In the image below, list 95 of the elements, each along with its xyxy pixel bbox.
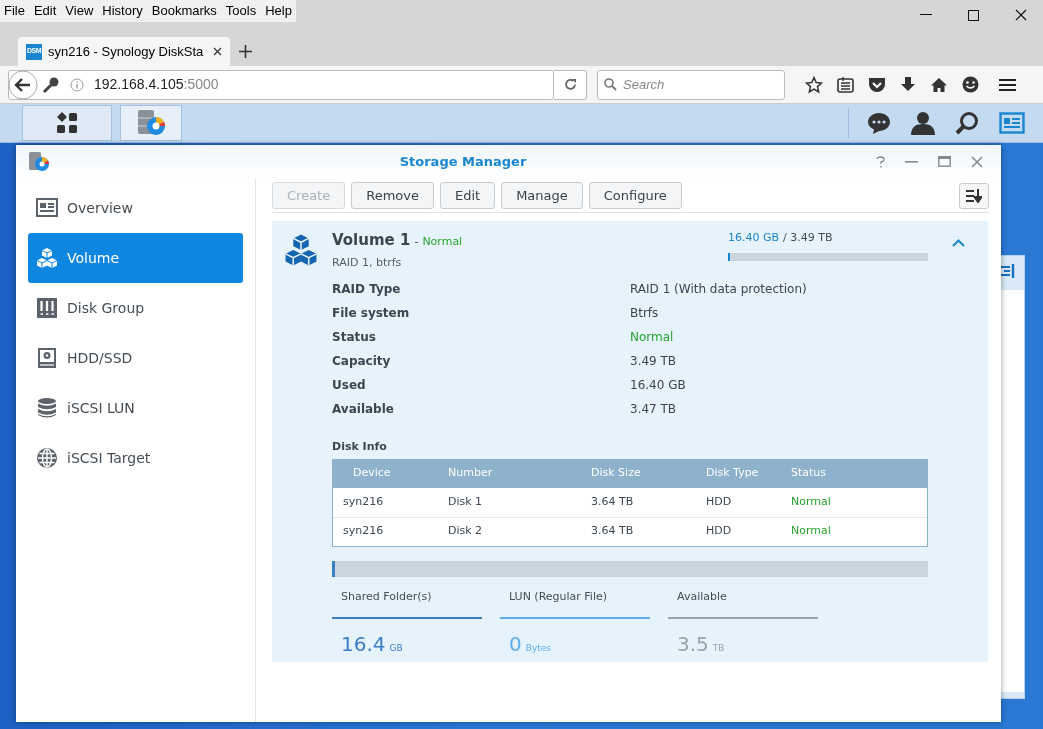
property-label: RAID Type (332, 281, 402, 298)
table-cell-text: syn216 (342, 493, 385, 510)
main-menu-button[interactable] (22, 105, 112, 141)
search-icon[interactable] (955, 111, 979, 135)
sidebar-item[interactable]: Volume (28, 233, 243, 283)
apps-icon (56, 112, 78, 134)
lun-icon (36, 397, 58, 419)
menu-item[interactable]: Help (265, 1, 292, 21)
minimize-icon[interactable] (920, 14, 932, 16)
volume-name: Volume 1 (332, 230, 411, 251)
toolbar-button[interactable]: Configure (588, 182, 682, 209)
sort-icon (966, 188, 982, 203)
property-label: Available (332, 401, 395, 418)
home-icon[interactable] (930, 76, 948, 93)
menu-item[interactable]: View (65, 1, 94, 21)
stat-label: Available (676, 588, 728, 605)
sidebar-item[interactable]: iSCSI LUN (28, 383, 243, 433)
property-value: RAID 1 (With data protection) (630, 281, 807, 298)
key-icon (42, 75, 60, 94)
toolbar-button[interactable]: Manage (501, 182, 583, 209)
property-label: Status (332, 329, 377, 346)
menu-item[interactable]: Bookmarks (151, 1, 217, 21)
sort-button[interactable] (959, 182, 989, 209)
sidebar-item[interactable]: iSCSI Target (28, 433, 243, 483)
table-cell-text: syn216 (342, 523, 385, 540)
property-label: Capacity (332, 353, 392, 370)
back-icon[interactable] (8, 69, 38, 100)
property-value: 16.40 GB (630, 377, 686, 394)
chat-icon[interactable] (867, 112, 891, 134)
table-cell-text: HDD (706, 523, 733, 540)
stat-unit: GB (389, 642, 403, 655)
maximize-icon[interactable] (968, 9, 979, 21)
sidebar-item[interactable]: Overview (28, 183, 243, 233)
tab-title: syn216 - Synology DiskSta (48, 42, 205, 61)
property-value: 3.49 TB (630, 353, 677, 370)
table-cell-text: Disk 2 (448, 523, 484, 540)
storage-manager-app-icon (136, 109, 166, 137)
stat-unit: Bytes (525, 642, 551, 655)
pocket-icon[interactable] (868, 76, 886, 93)
new-tab-icon[interactable] (239, 45, 252, 58)
stat-value: 3.5 (677, 631, 709, 658)
property-label: Used (332, 377, 367, 394)
sidebar-item[interactable]: HDD/SSD (28, 333, 243, 383)
storage-manager-button[interactable] (120, 105, 182, 141)
stat-label: Shared Folder(s) (340, 588, 433, 605)
stat-label: LUN (Regular File) (508, 588, 609, 605)
section-title: Disk Info (332, 439, 388, 455)
stat-value: 16.4 (341, 631, 386, 658)
stat-unit: TB (712, 642, 725, 655)
table-cell-text: 3.64 TB (591, 523, 635, 540)
menu-item[interactable]: History (102, 1, 143, 21)
hdd-icon (36, 347, 58, 369)
volume-icon (284, 233, 318, 267)
search-icon (604, 77, 617, 91)
table-cell-text: 3.64 TB (591, 493, 635, 510)
widgets-icon[interactable] (999, 112, 1025, 134)
overview-icon (36, 197, 58, 219)
property-label: File system (332, 305, 411, 322)
window-title: Storage Manager (399, 152, 527, 171)
menu-item[interactable]: Edit (33, 1, 57, 21)
close-tab-icon[interactable] (213, 47, 222, 56)
sidebar-item[interactable]: Disk Group (28, 283, 243, 333)
menu-item[interactable]: Tools (225, 1, 257, 21)
used-text: 16.40 GB (728, 230, 780, 246)
diskgroup-icon (36, 297, 58, 319)
download-icon[interactable] (900, 76, 916, 93)
total-text: / 3.49 TB (783, 230, 833, 246)
menu-icon[interactable] (999, 77, 1016, 92)
star-icon[interactable] (805, 75, 823, 94)
panel-icon (1001, 264, 1015, 278)
close-icon[interactable] (1015, 9, 1027, 21)
user-icon[interactable] (911, 111, 935, 135)
collapse-icon[interactable] (952, 239, 965, 247)
volume-icon (36, 247, 58, 269)
toolbar-button[interactable]: Remove (351, 182, 434, 209)
stat-value: 0 (509, 631, 522, 658)
table-cell-text: Normal (791, 523, 832, 540)
menu-item[interactable]: File (4, 1, 25, 21)
reload-icon[interactable] (563, 78, 577, 91)
target-icon (36, 447, 58, 469)
separator-text: - (414, 234, 419, 250)
table-cell-text: Disk 1 (448, 493, 484, 510)
volume-subtitle: RAID 1, btrfs (332, 254, 403, 271)
app-icon (28, 150, 50, 173)
table-cell-text: HDD (706, 493, 733, 510)
property-value: Btrfs (630, 305, 659, 322)
property-value: 3.47 TB (630, 401, 677, 418)
property-value: Normal (630, 329, 674, 346)
volume-status: Normal (422, 234, 463, 250)
search-field[interactable]: Search (597, 69, 785, 100)
reading-list-icon[interactable] (837, 76, 854, 93)
help-icon[interactable] (876, 155, 885, 168)
smiley-icon[interactable] (962, 76, 979, 93)
toolbar-button[interactable]: Edit (439, 182, 496, 209)
table-cell-text: Normal (791, 493, 832, 510)
